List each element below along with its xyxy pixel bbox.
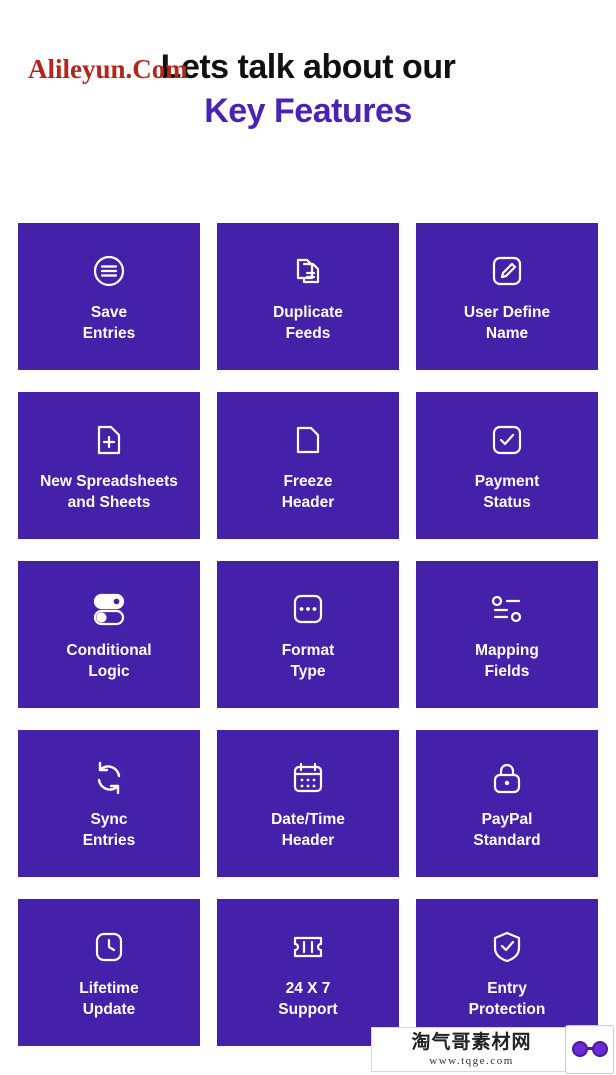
lifetime-update-icon: [86, 924, 132, 970]
user-define-name-icon: [484, 248, 530, 294]
feature-label: Mapping Fields: [475, 642, 539, 680]
feature-card[interactable]: Format Type: [217, 561, 399, 708]
paypal-standard-icon: [484, 755, 530, 801]
feature-label: User Define Name: [463, 304, 551, 342]
feature-card[interactable]: User Define Name: [416, 223, 598, 370]
support-24x7-icon: [285, 924, 331, 970]
feature-label: Save Entries: [82, 304, 136, 342]
new-spreadsheets-icon: [86, 417, 132, 463]
conditional-logic-icon: [86, 586, 132, 632]
feature-card[interactable]: Save Entries: [18, 223, 200, 370]
feature-label: Format Type: [281, 642, 335, 680]
feature-label: Lifetime Update: [79, 980, 139, 1018]
feature-card[interactable]: Date/Time Header: [217, 730, 399, 877]
site-watermark-top: Alileyun.Com: [28, 54, 188, 84]
feature-label: Freeze Header: [281, 473, 335, 511]
features-grid: Save Entries Duplicate Feeds User Define…: [18, 223, 598, 1046]
feature-card[interactable]: Mapping Fields: [416, 561, 598, 708]
format-type-icon: [285, 586, 331, 632]
feature-card[interactable]: Freeze Header: [217, 392, 399, 539]
feature-label: Conditional Logic: [66, 642, 152, 680]
glasses-logo-icon: [565, 1025, 614, 1074]
feature-card[interactable]: Duplicate Feeds: [217, 223, 399, 370]
headline-line-2: Key Features: [204, 91, 412, 130]
mapping-fields-icon: [484, 586, 530, 632]
date-time-header-icon: [285, 755, 331, 801]
feature-card[interactable]: PayPal Standard: [416, 730, 598, 877]
watermark-url: www.tqge.com: [429, 1054, 514, 1067]
feature-label: PayPal Standard: [473, 811, 541, 849]
feature-label: Entry Protection: [468, 980, 546, 1018]
feature-label: Payment Status: [474, 473, 540, 511]
freeze-header-icon: [285, 417, 331, 463]
feature-card[interactable]: Payment Status: [416, 392, 598, 539]
feature-label: New Spreadsheets and Sheets: [40, 473, 178, 511]
feature-label: Duplicate Feeds: [273, 304, 343, 342]
feature-label: Sync Entries: [82, 811, 136, 849]
feature-card[interactable]: Sync Entries: [18, 730, 200, 877]
payment-status-icon: [484, 417, 530, 463]
watermark-chinese-text: 淘气哥素材网: [411, 1031, 532, 1054]
site-watermark-bottom: 淘气哥素材网 www.tqge.com: [371, 1027, 572, 1072]
feature-card[interactable]: Conditional Logic: [18, 561, 200, 708]
sync-entries-icon: [86, 755, 132, 801]
feature-card[interactable]: Entry Protection: [416, 899, 598, 1046]
feature-label: 24 X 7 Support: [278, 980, 338, 1018]
feature-card[interactable]: Lifetime Update: [18, 899, 200, 1046]
save-entries-icon: [86, 248, 132, 294]
feature-card[interactable]: 24 X 7 Support: [217, 899, 399, 1046]
entry-protection-icon: [484, 924, 530, 970]
feature-card[interactable]: New Spreadsheets and Sheets: [18, 392, 200, 539]
feature-label: Date/Time Header: [271, 811, 345, 849]
duplicate-feeds-icon: [285, 248, 331, 294]
